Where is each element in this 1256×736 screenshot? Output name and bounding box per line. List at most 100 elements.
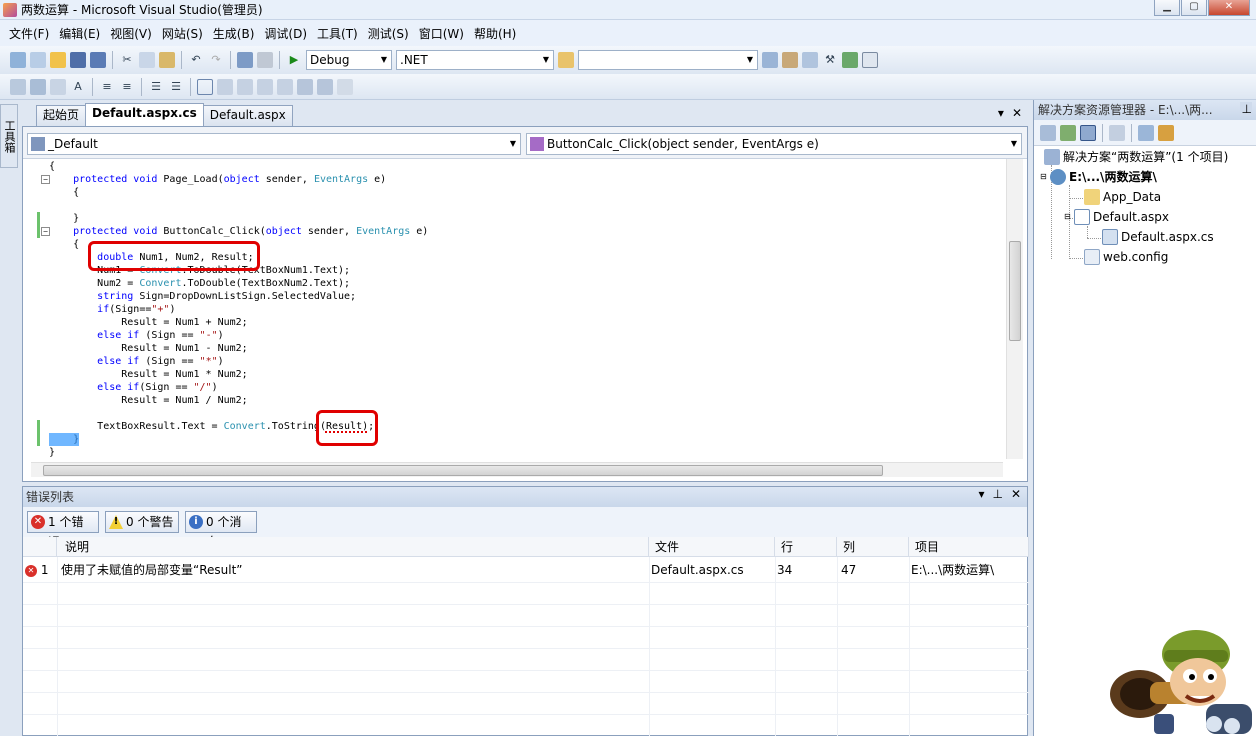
menu-website[interactable]: 网站(S) <box>157 25 208 42</box>
error-line: 34 <box>777 563 793 577</box>
class-combo[interactable]: _Default ▼ <box>27 133 521 155</box>
col-line[interactable]: 行 <box>775 537 837 557</box>
menu-help[interactable]: 帮助(H) <box>469 25 521 42</box>
menu-view[interactable]: 视图(V) <box>105 25 157 42</box>
project-node[interactable]: ⊟ E:\...\两数运算\ <box>1040 168 1157 186</box>
default-aspx-cs-node[interactable]: Default.aspx.cs <box>1102 228 1214 246</box>
tab-default-aspx[interactable]: Default.aspx <box>202 105 293 126</box>
increase-indent-icon[interactable]: ≡ <box>119 79 135 95</box>
object-members-icon[interactable] <box>10 78 26 95</box>
vertical-scrollbar[interactable] <box>1006 159 1023 459</box>
toolbox-tab[interactable]: 工具箱 <box>0 104 18 168</box>
menu-debug[interactable]: 调试(D) <box>259 25 312 42</box>
menu-build[interactable]: 生成(B) <box>208 25 260 42</box>
tab-default-aspx-cs[interactable]: Default.aspx.cs <box>85 103 204 126</box>
undo-icon[interactable]: ↶ <box>188 52 204 68</box>
decrease-indent-icon[interactable]: ≡ <box>99 79 115 95</box>
code-area[interactable]: { protected void Page_Load(object sender… <box>23 159 1007 459</box>
next-bookmark-doc-icon[interactable] <box>317 78 333 95</box>
toolbox-icon[interactable]: ⚒ <box>822 52 838 68</box>
save-icon[interactable] <box>70 52 86 68</box>
outline-collapse-icon[interactable]: − <box>41 227 50 236</box>
code-line: } <box>73 213 80 224</box>
horizontal-scrollbar[interactable] <box>31 462 1003 477</box>
asp-net-config-icon[interactable] <box>1158 124 1174 141</box>
collapse-icon[interactable]: ⊟ <box>1064 208 1074 226</box>
copy-icon[interactable] <box>139 52 155 68</box>
clear-bookmarks-icon[interactable] <box>337 78 353 95</box>
next-bookmark-folder-icon[interactable] <box>277 78 293 95</box>
menu-window[interactable]: 窗口(W) <box>414 25 469 42</box>
find-combo[interactable]: ▼ <box>578 50 758 70</box>
code-editor: _Default ▼ ButtonCalc_Click(object sender… <box>22 126 1028 482</box>
code-line: Num2 = Convert.ToDouble(TextBoxNum2.Text… <box>97 278 351 289</box>
paste-icon[interactable] <box>159 52 175 68</box>
pin-icon[interactable]: ⊥ <box>1239 102 1252 116</box>
find-in-files-icon[interactable] <box>558 52 574 68</box>
navigate-backward-icon[interactable] <box>237 52 253 68</box>
quick-info-icon[interactable] <box>50 78 66 95</box>
toggle-bookmark-icon[interactable] <box>197 78 213 95</box>
command-window-icon[interactable] <box>862 52 878 68</box>
minimize-button[interactable]: ▁ <box>1154 0 1180 16</box>
member-combo[interactable]: ButtonCalc_Click(object sender, EventArg… <box>526 133 1022 155</box>
close-panel-icon[interactable]: ✕ <box>1011 487 1021 501</box>
navigate-forward-icon[interactable] <box>257 52 273 68</box>
app-data-node[interactable]: App_Data <box>1084 188 1161 206</box>
tab-start-page[interactable]: 起始页 <box>36 105 87 126</box>
redo-icon[interactable]: ↷ <box>208 52 224 68</box>
properties-icon[interactable] <box>1040 124 1056 141</box>
error-list-panel: 错误列表 ▾ ⊥ ✕ ✕ 1 个错误 ! 0 个警告 i 0 个消息 说明 文件… <box>22 486 1029 736</box>
cs-file-icon <box>1102 229 1118 245</box>
menu-tools[interactable]: 工具(T) <box>312 25 363 42</box>
col-column[interactable]: 列 <box>837 537 909 557</box>
object-browser-icon[interactable] <box>802 52 818 68</box>
add-item-icon[interactable] <box>30 52 46 68</box>
new-project-icon[interactable] <box>10 52 26 68</box>
close-window-button[interactable]: ✕ <box>1208 0 1250 16</box>
pin-icon[interactable]: ⊥ <box>992 487 1002 501</box>
start-debugging-icon[interactable]: ▶ <box>286 52 302 68</box>
menu-test[interactable]: 测试(S) <box>363 25 414 42</box>
comment-icon[interactable]: ☰ <box>148 79 164 95</box>
previous-bookmark-folder-icon[interactable] <box>257 78 273 95</box>
previous-bookmark-doc-icon[interactable] <box>297 78 313 95</box>
save-all-icon[interactable] <box>90 52 106 68</box>
warnings-filter-button[interactable]: ! 0 个警告 <box>105 511 179 533</box>
parameter-info-icon[interactable] <box>30 78 46 95</box>
previous-bookmark-icon[interactable] <box>217 78 233 95</box>
solution-config-combo[interactable]: Debug ▼ <box>306 50 392 70</box>
web-config-node[interactable]: web.config <box>1084 248 1168 266</box>
uncomment-icon[interactable]: ☰ <box>168 79 184 95</box>
word-completion-icon[interactable]: A <box>70 79 86 95</box>
menu-file[interactable]: 文件(F) <box>4 25 54 42</box>
messages-filter-button[interactable]: i 0 个消息 <box>185 511 257 549</box>
col-project[interactable]: 项目 <box>909 537 1029 557</box>
selection-highlight <box>49 433 79 446</box>
col-file[interactable]: 文件 <box>649 537 775 557</box>
solution-explorer-icon[interactable] <box>762 52 778 68</box>
menu-edit[interactable]: 编辑(E) <box>54 25 105 42</box>
copy-website-icon[interactable] <box>1138 124 1154 141</box>
solution-node[interactable]: 解决方案“两数运算”(1 个项目) <box>1044 148 1228 166</box>
view-code-icon[interactable] <box>1109 124 1125 141</box>
code-line: { <box>49 161 56 172</box>
start-page-icon[interactable] <box>842 52 858 68</box>
default-aspx-node[interactable]: ⊟ Default.aspx <box>1060 208 1169 226</box>
errors-filter-button[interactable]: ✕ 1 个错误 <box>27 511 99 549</box>
open-file-icon[interactable] <box>50 52 66 68</box>
active-files-dropdown-icon[interactable]: ▾ <box>998 106 1004 120</box>
error-column: 47 <box>841 563 857 577</box>
col-description[interactable]: 说明 <box>57 537 649 557</box>
outline-collapse-icon[interactable]: − <box>41 175 50 184</box>
panel-dropdown-icon[interactable]: ▾ <box>978 487 984 501</box>
platform-combo[interactable]: .NET ▼ <box>396 50 554 70</box>
maximize-button[interactable]: ▢ <box>1181 0 1207 16</box>
cut-icon[interactable]: ✂ <box>119 52 135 68</box>
properties-icon[interactable] <box>782 52 798 68</box>
next-bookmark-icon[interactable] <box>237 78 253 95</box>
close-document-icon[interactable]: ✕ <box>1012 106 1022 120</box>
refresh-icon[interactable] <box>1060 124 1076 141</box>
nest-related-files-icon[interactable] <box>1080 124 1096 141</box>
collapse-icon[interactable]: ⊟ <box>1040 168 1050 186</box>
